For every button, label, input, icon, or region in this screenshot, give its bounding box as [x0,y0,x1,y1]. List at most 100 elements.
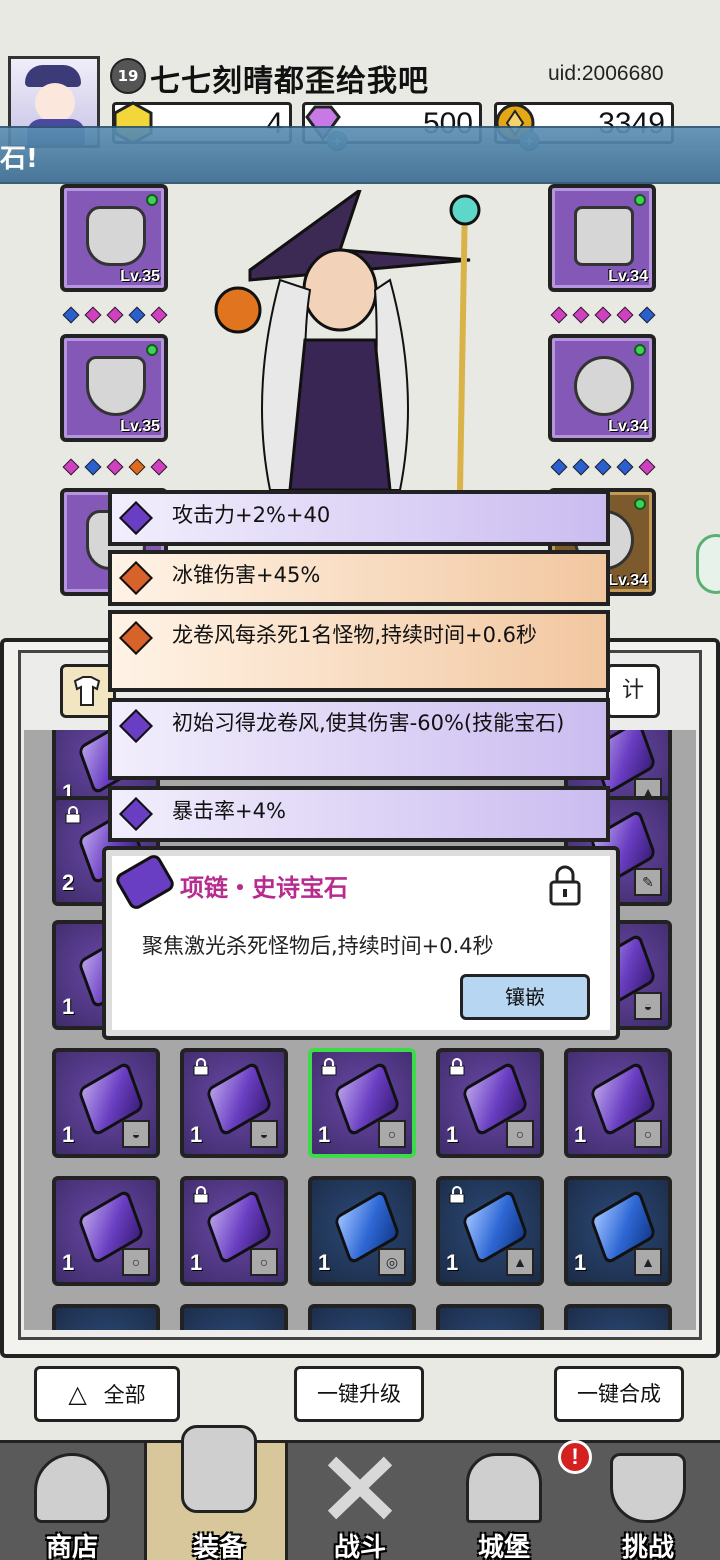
gem-slot[interactable]: 1 ◎ [308,1176,416,1286]
upgrade-dot [634,194,646,206]
gem-count: 1 [62,1122,75,1147]
lock-icon [65,806,81,824]
upgrade-dot [634,498,646,510]
gem-slot[interactable]: 1 ○ [52,1176,160,1286]
necklace-tag-icon: ○ [122,1248,150,1276]
upgrade-dot [634,344,646,356]
equip-slot-ring[interactable]: Lv.34 [548,334,656,442]
helmet-icon [86,206,146,266]
gem-stat-text: 暴击率+4% [172,799,286,823]
equip-quality-diamonds [60,458,170,476]
cloak-tag-icon: ▲ [634,1248,662,1276]
gem-stat-row: 龙卷风每杀死1名怪物,持续时间+0.6秒 [108,610,610,692]
gem-stat-text: 攻击力+2%+40 [172,503,331,527]
nav-castle[interactable]: 城堡 [432,1443,576,1560]
equip-level: Lv.35 [120,418,160,435]
shirt-icon [73,676,101,706]
gem-slot[interactable] [180,1304,288,1330]
castle-icon [466,1453,542,1523]
gem-stat-row: 暴击率+4% [108,786,610,842]
lock-icon [193,1186,209,1204]
gem-slot[interactable] [564,1304,672,1330]
gem-count: 1 [190,1250,203,1275]
gem-count: 2 [62,870,75,895]
gem-stat-row: 初始习得龙卷风,使其伤害-60%(技能宝石) [108,698,610,780]
merge-all-button[interactable]: 一键合成 [554,1366,684,1422]
notice-ribbon: 石! [0,126,720,184]
gem-slot[interactable]: 1 ○ [436,1048,544,1158]
up-arrow-icon: △ [68,1380,87,1408]
gem-slot[interactable]: 1 ▲ [436,1176,544,1286]
gem-count: 1 [318,1122,331,1147]
gem-slot[interactable] [308,1304,416,1330]
shop-icon [34,1453,110,1523]
gem-stat-text: 初始习得龙卷风,使其伤害-60%(技能宝石) [172,711,565,735]
gem-count: 1 [446,1122,459,1147]
cloak-tag-icon: ▲ [506,1248,534,1276]
gem-stat-row: 冰锥伤害+45% [108,550,610,606]
upgrade-dot [146,344,158,356]
backpack-icon [181,1425,257,1513]
gem-count: 1 [574,1122,587,1147]
player-level-badge: 19 [110,58,146,94]
equip-level: Lv.34 [608,268,648,285]
nav-label: 挑战 [621,1533,674,1560]
gem-stat-row: 攻击力+2%+40 [108,490,610,546]
ring-tag-icon: ◎ [378,1248,406,1276]
inlay-button[interactable]: 镶嵌 [460,974,590,1020]
equip-level: Lv.34 [608,418,648,435]
filter-all-button[interactable]: △ 全部 [34,1366,180,1422]
equip-level: Lv.34 [608,572,648,589]
purple-gem-icon [119,797,153,831]
nav-shop[interactable]: 商店 [0,1443,144,1560]
hero-witch-illustration [214,190,481,490]
lock-toggle-icon[interactable] [548,864,582,906]
lock-icon [449,1058,465,1076]
lock-icon [321,1058,337,1076]
equip-quality-diamonds [548,458,658,476]
gem-slot[interactable]: 1 ◒ [52,1048,160,1158]
orange-gem-icon [119,561,153,595]
filter-all-label: 全部 [103,1383,146,1407]
nav-label: 战斗 [333,1533,386,1560]
nav-label: 装备 [192,1533,245,1560]
gem-slot-selected[interactable]: 1 ○ [308,1048,416,1158]
gem-count: 1 [574,1250,587,1275]
gem-count: 1 [62,994,75,1019]
gem-stat-text: 冰锥伤害+45% [172,563,321,587]
cloak-icon [86,356,146,416]
necklace-tag-icon: ○ [506,1120,534,1148]
equip-slot-gloves[interactable]: Lv.34 [548,184,656,292]
gem-slot[interactable]: 1 ○ [564,1048,672,1158]
necklace-tag-icon: ○ [634,1120,662,1148]
equip-quality-diamonds [548,306,658,324]
shield-icon [610,1453,686,1523]
purple-gem-icon [119,709,153,743]
nav-battle[interactable]: 战斗 [288,1443,432,1560]
gem-stat-text: 龙卷风每杀死1名怪物,持续时间+0.6秒 [172,623,538,647]
equip-level: Lv.35 [120,268,160,285]
lock-icon [193,1058,209,1076]
helmet-tag-icon: ◒ [250,1120,278,1148]
gem-slot[interactable]: 1 ▲ [564,1176,672,1286]
gem-slot[interactable]: 1 ◒ [180,1048,288,1158]
nav-equipment[interactable]: 装备 [144,1425,288,1560]
helmet-tag-icon: ◒ [634,992,662,1020]
crossed-swords-icon [327,1456,393,1520]
necklace-tag-icon: ○ [378,1120,406,1148]
gem-count: 1 [190,1122,203,1147]
stats-button[interactable]: 计 [606,664,660,718]
nav-challenge[interactable]: 挑战 [576,1443,720,1560]
upgrade-all-button[interactable]: 一键升级 [294,1366,424,1422]
chat-bubble-icon[interactable] [696,534,720,594]
equip-slot-cloak[interactable]: Lv.35 [60,334,168,442]
orange-gem-icon [119,621,153,655]
equip-slot-helmet[interactable]: Lv.35 [60,184,168,292]
gem-slot[interactable] [52,1304,160,1330]
gloves-icon [574,206,634,266]
gem-slot[interactable]: 1 ○ [180,1176,288,1286]
gem-count: 1 [446,1250,459,1275]
gem-detail-card: 项链・史诗宝石 聚焦激光杀死怪物后,持续时间+0.4秒 镶嵌 [102,846,620,1040]
gem-slot[interactable] [436,1304,544,1330]
castle-alert-badge: ! [558,1440,592,1474]
